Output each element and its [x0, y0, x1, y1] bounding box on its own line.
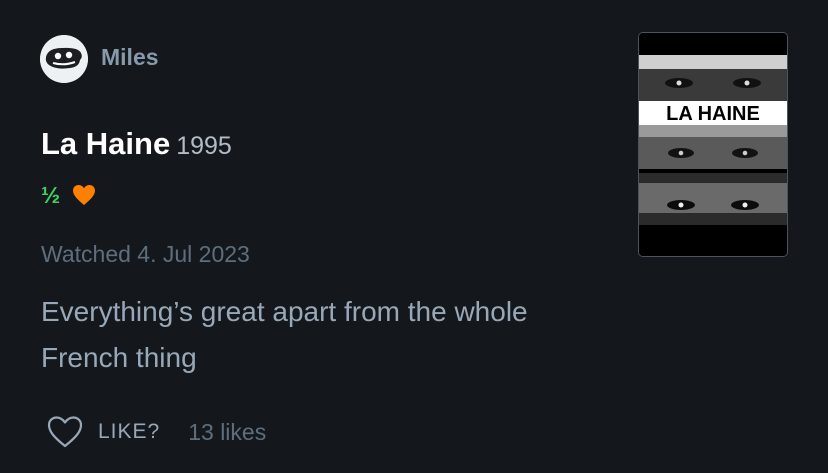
film-poster[interactable]: LA HAINE	[638, 32, 788, 257]
review-text: Everything’s great apart from the whole …	[41, 296, 528, 373]
review-card: Miles La Haine 1995 ½ Watched 4. Jul 2023…	[0, 0, 828, 473]
like-button[interactable]: LIKE?	[98, 420, 160, 444]
avatar[interactable]	[40, 35, 88, 83]
rating-row: ½	[41, 183, 96, 207]
poster-title: LA HAINE	[666, 103, 760, 125]
star-rating: ½	[41, 182, 61, 208]
film-heading: La Haine 1995	[41, 126, 232, 162]
cartoon-face-icon	[40, 35, 88, 83]
like-bar: LIKE? 13 likes	[46, 415, 266, 449]
film-title[interactable]: La Haine	[41, 126, 170, 161]
heart-outline-icon[interactable]	[46, 415, 84, 449]
watched-date: Watched 4. Jul 2023	[41, 241, 250, 267]
reviewer-name[interactable]: Miles	[101, 44, 159, 71]
like-count[interactable]: 13 likes	[188, 419, 266, 446]
liked-heart-icon	[73, 185, 96, 205]
film-year[interactable]: 1995	[176, 132, 232, 160]
poster-image: LA HAINE	[639, 33, 787, 256]
